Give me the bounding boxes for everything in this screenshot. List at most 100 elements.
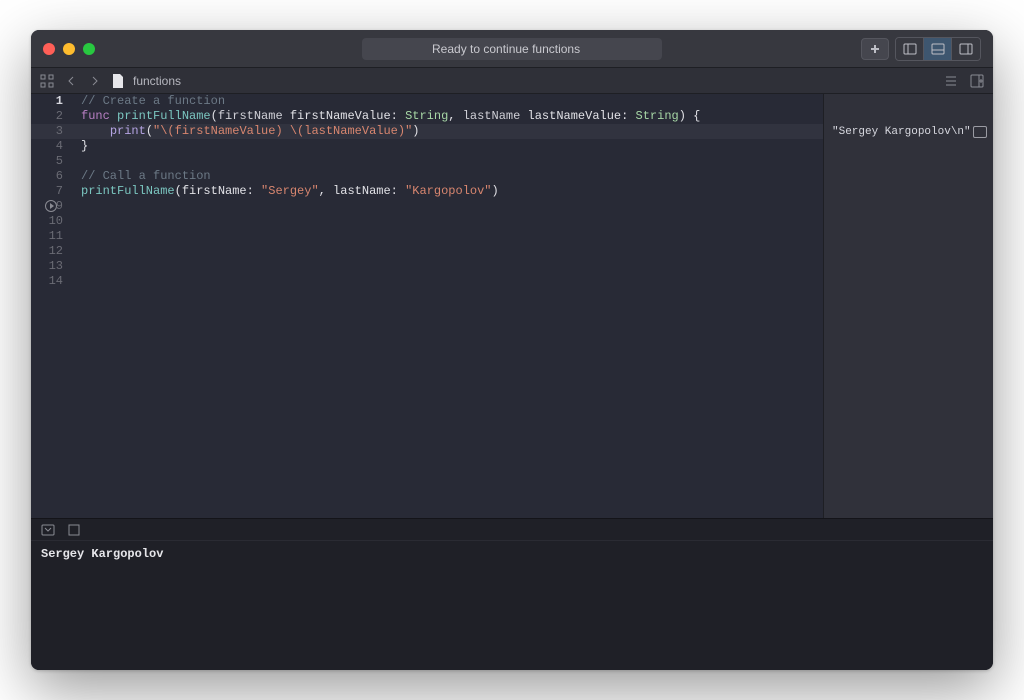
result-row-empty xyxy=(824,229,993,244)
console-clear-button[interactable] xyxy=(67,523,81,537)
console-output[interactable]: Sergey Kargopolov xyxy=(31,540,993,670)
console-dropdown-button[interactable] xyxy=(41,523,55,537)
console-output-text: Sergey Kargopolov xyxy=(41,547,163,561)
code-line[interactable]: 6// Call a function xyxy=(31,169,823,184)
code-line[interactable]: 14 xyxy=(31,274,823,289)
line-number: 12 xyxy=(31,244,73,259)
add-tab-button[interactable] xyxy=(861,38,889,60)
right-panel-icon xyxy=(959,43,973,55)
code-line[interactable]: 13 xyxy=(31,259,823,274)
code-line[interactable]: 4} xyxy=(31,139,823,154)
token: ) xyxy=(492,184,499,198)
token: ( xyxy=(146,124,153,138)
token: (firstName: xyxy=(175,184,261,198)
code-line[interactable]: 3 print("\(firstNameValue) \(lastNameVal… xyxy=(31,124,823,139)
code-line[interactable]: 11 xyxy=(31,229,823,244)
editor-and-results: 1// Create a function2func printFullName… xyxy=(31,94,993,518)
plus-icon xyxy=(869,43,881,55)
line-number: 13 xyxy=(31,259,73,274)
code-line[interactable]: 9 xyxy=(31,199,823,214)
toggle-navigator-button[interactable] xyxy=(896,38,924,60)
file-icon xyxy=(111,74,125,88)
result-row-empty xyxy=(824,244,993,259)
related-items-button[interactable] xyxy=(39,73,55,89)
result-row-empty xyxy=(824,139,993,154)
token: "Sergey" xyxy=(261,184,319,198)
token: ) xyxy=(412,124,419,138)
line-content[interactable] xyxy=(73,259,823,274)
result-row-empty xyxy=(824,154,993,169)
results-sidebar: "Sergey Kargopolov\n" xyxy=(823,94,993,518)
adjust-editor-options-button[interactable] xyxy=(969,73,985,89)
line-number: 11 xyxy=(31,229,73,244)
token: ) { xyxy=(679,109,701,123)
line-content[interactable]: printFullName(firstName: "Sergey", lastN… xyxy=(73,184,823,199)
line-number: 7 xyxy=(31,184,73,199)
titlebar-center: Ready to continue functions xyxy=(362,38,662,60)
result-value: "Sergey Kargopolov\n" xyxy=(832,126,971,138)
line-number: 2 xyxy=(31,109,73,124)
grid-icon xyxy=(40,74,54,88)
line-content[interactable]: // Create a function xyxy=(73,94,823,109)
result-row[interactable]: "Sergey Kargopolov\n" xyxy=(824,124,993,139)
status-text: Ready to continue functions xyxy=(362,38,662,60)
token: ( xyxy=(211,109,218,123)
line-number: 9 xyxy=(31,199,73,214)
line-content[interactable] xyxy=(73,154,823,169)
code-line[interactable]: 7printFullName(firstName: "Sergey", last… xyxy=(31,184,823,199)
code-area[interactable]: 1// Create a function2func printFullName… xyxy=(31,94,823,289)
result-row-empty xyxy=(824,184,993,199)
back-button[interactable] xyxy=(63,73,79,89)
code-line[interactable]: 10 xyxy=(31,214,823,229)
line-number: 3 xyxy=(31,124,73,139)
code-line[interactable]: 5 xyxy=(31,154,823,169)
token: "\(firstNameValue) \(lastNameValue)" xyxy=(153,124,412,138)
editor-pane: 1// Create a function2func printFullName… xyxy=(31,94,823,518)
code-line[interactable]: 1// Create a function xyxy=(31,94,823,109)
token: String xyxy=(636,109,679,123)
line-content[interactable]: func printFullName(firstName firstNameVa… xyxy=(73,109,823,124)
line-number: 4 xyxy=(31,139,73,154)
line-content[interactable] xyxy=(73,229,823,244)
token: lastName xyxy=(463,109,521,123)
left-panel-icon xyxy=(903,43,917,55)
close-window-button[interactable] xyxy=(43,43,55,55)
line-content[interactable] xyxy=(73,199,823,214)
token: , lastName: xyxy=(319,184,405,198)
line-content[interactable] xyxy=(73,244,823,259)
line-content[interactable]: } xyxy=(73,139,823,154)
token xyxy=(110,109,117,123)
forward-button[interactable] xyxy=(87,73,103,89)
code-line[interactable]: 12 xyxy=(31,244,823,259)
token: firstName xyxy=(218,109,283,123)
zoom-window-button[interactable] xyxy=(83,43,95,55)
split-plus-icon xyxy=(970,74,984,88)
code-line[interactable]: 2func printFullName(firstName firstNameV… xyxy=(31,109,823,124)
line-content[interactable] xyxy=(73,274,823,289)
line-content[interactable]: // Call a function xyxy=(73,169,823,184)
titlebar-right xyxy=(861,37,981,61)
line-number: 5 xyxy=(31,154,73,169)
editor[interactable]: 1// Create a function2func printFullName… xyxy=(31,94,823,518)
list-icon xyxy=(944,74,958,88)
breadcrumb-filename[interactable]: functions xyxy=(133,74,181,88)
token: print xyxy=(110,124,146,138)
result-row-empty xyxy=(824,199,993,214)
line-content[interactable]: print("\(firstNameValue) \(lastNameValue… xyxy=(73,124,823,139)
square-icon xyxy=(68,524,80,536)
titlebar: Ready to continue functions xyxy=(31,30,993,68)
line-number: 1 xyxy=(31,94,73,109)
quick-look-button[interactable] xyxy=(973,126,987,138)
toggle-debug-area-button[interactable] xyxy=(924,38,952,60)
result-row-empty xyxy=(824,274,993,289)
jump-bar-right xyxy=(943,73,985,89)
token: String xyxy=(405,109,448,123)
chevron-left-icon xyxy=(66,75,76,87)
token: , xyxy=(448,109,462,123)
token xyxy=(81,124,110,138)
document-items-button[interactable] xyxy=(943,73,959,89)
minimize-window-button[interactable] xyxy=(63,43,75,55)
line-content[interactable] xyxy=(73,214,823,229)
token: // Call a function xyxy=(81,169,211,183)
toggle-inspectors-button[interactable] xyxy=(952,38,980,60)
